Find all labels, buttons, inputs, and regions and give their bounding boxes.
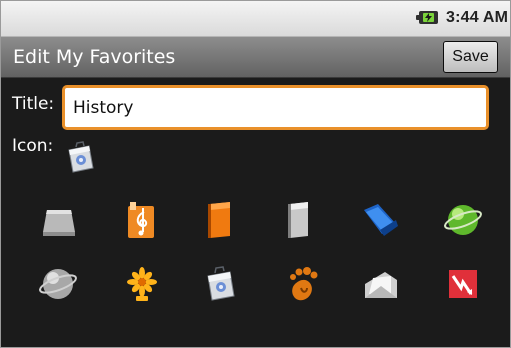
title-input[interactable] bbox=[62, 85, 489, 130]
blue-folder-icon[interactable] bbox=[360, 200, 400, 240]
red-lightning-icon[interactable] bbox=[443, 264, 483, 304]
save-button[interactable]: Save bbox=[443, 41, 498, 73]
gray-book-icon[interactable] bbox=[278, 200, 318, 240]
app-screen: 3:44 AM Edit My Favorites Save Title: Ic… bbox=[0, 0, 511, 348]
title-bar: Edit My Favorites bbox=[1, 37, 510, 78]
yellow-flower-icon[interactable] bbox=[122, 264, 162, 304]
status-bar: 3:44 AM bbox=[1, 1, 510, 37]
icon-label: Icon: bbox=[12, 136, 54, 156]
green-globe-icon[interactable] bbox=[443, 200, 483, 240]
battery-charging-icon bbox=[416, 11, 438, 24]
title-label: Title: bbox=[12, 94, 55, 114]
gnome-foot-icon[interactable] bbox=[283, 264, 323, 304]
music-note-icon[interactable] bbox=[122, 200, 162, 240]
gray-globe-icon[interactable] bbox=[38, 264, 78, 304]
open-envelope-icon[interactable] bbox=[361, 264, 401, 304]
selected-photo-bag-icon[interactable] bbox=[65, 141, 95, 173]
page-title: Edit My Favorites bbox=[13, 46, 176, 68]
orange-book-icon[interactable] bbox=[200, 200, 240, 240]
status-clock: 3:44 AM bbox=[446, 9, 509, 26]
photo-bag-icon[interactable] bbox=[200, 264, 240, 304]
drive-icon[interactable] bbox=[39, 200, 79, 240]
